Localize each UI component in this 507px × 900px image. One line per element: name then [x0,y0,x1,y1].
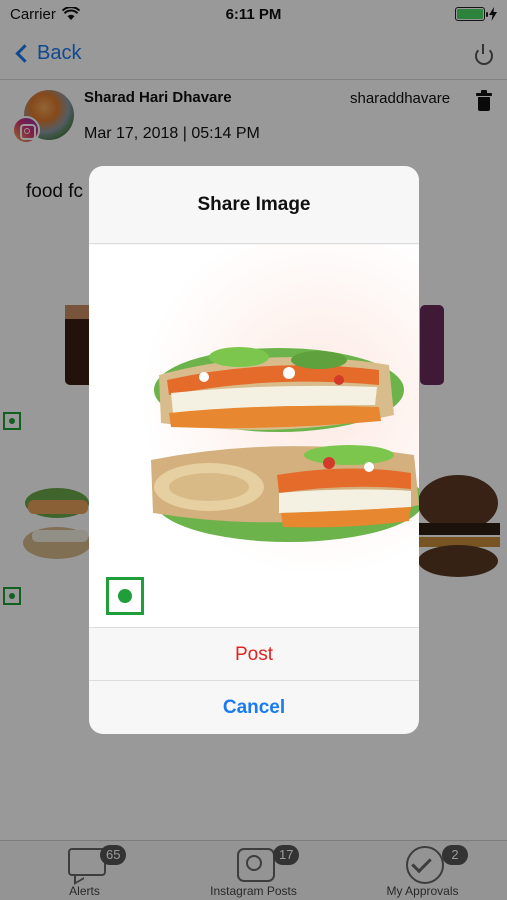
dialog-title: Share Image [89,166,419,244]
cancel-button[interactable]: Cancel [89,680,419,734]
wrap-food-image [151,347,419,542]
share-image-dialog: Share Image Post Cancel [89,166,419,734]
image-select-checkbox[interactable] [106,577,144,615]
post-button[interactable]: Post [89,627,419,681]
shared-image [89,245,419,627]
